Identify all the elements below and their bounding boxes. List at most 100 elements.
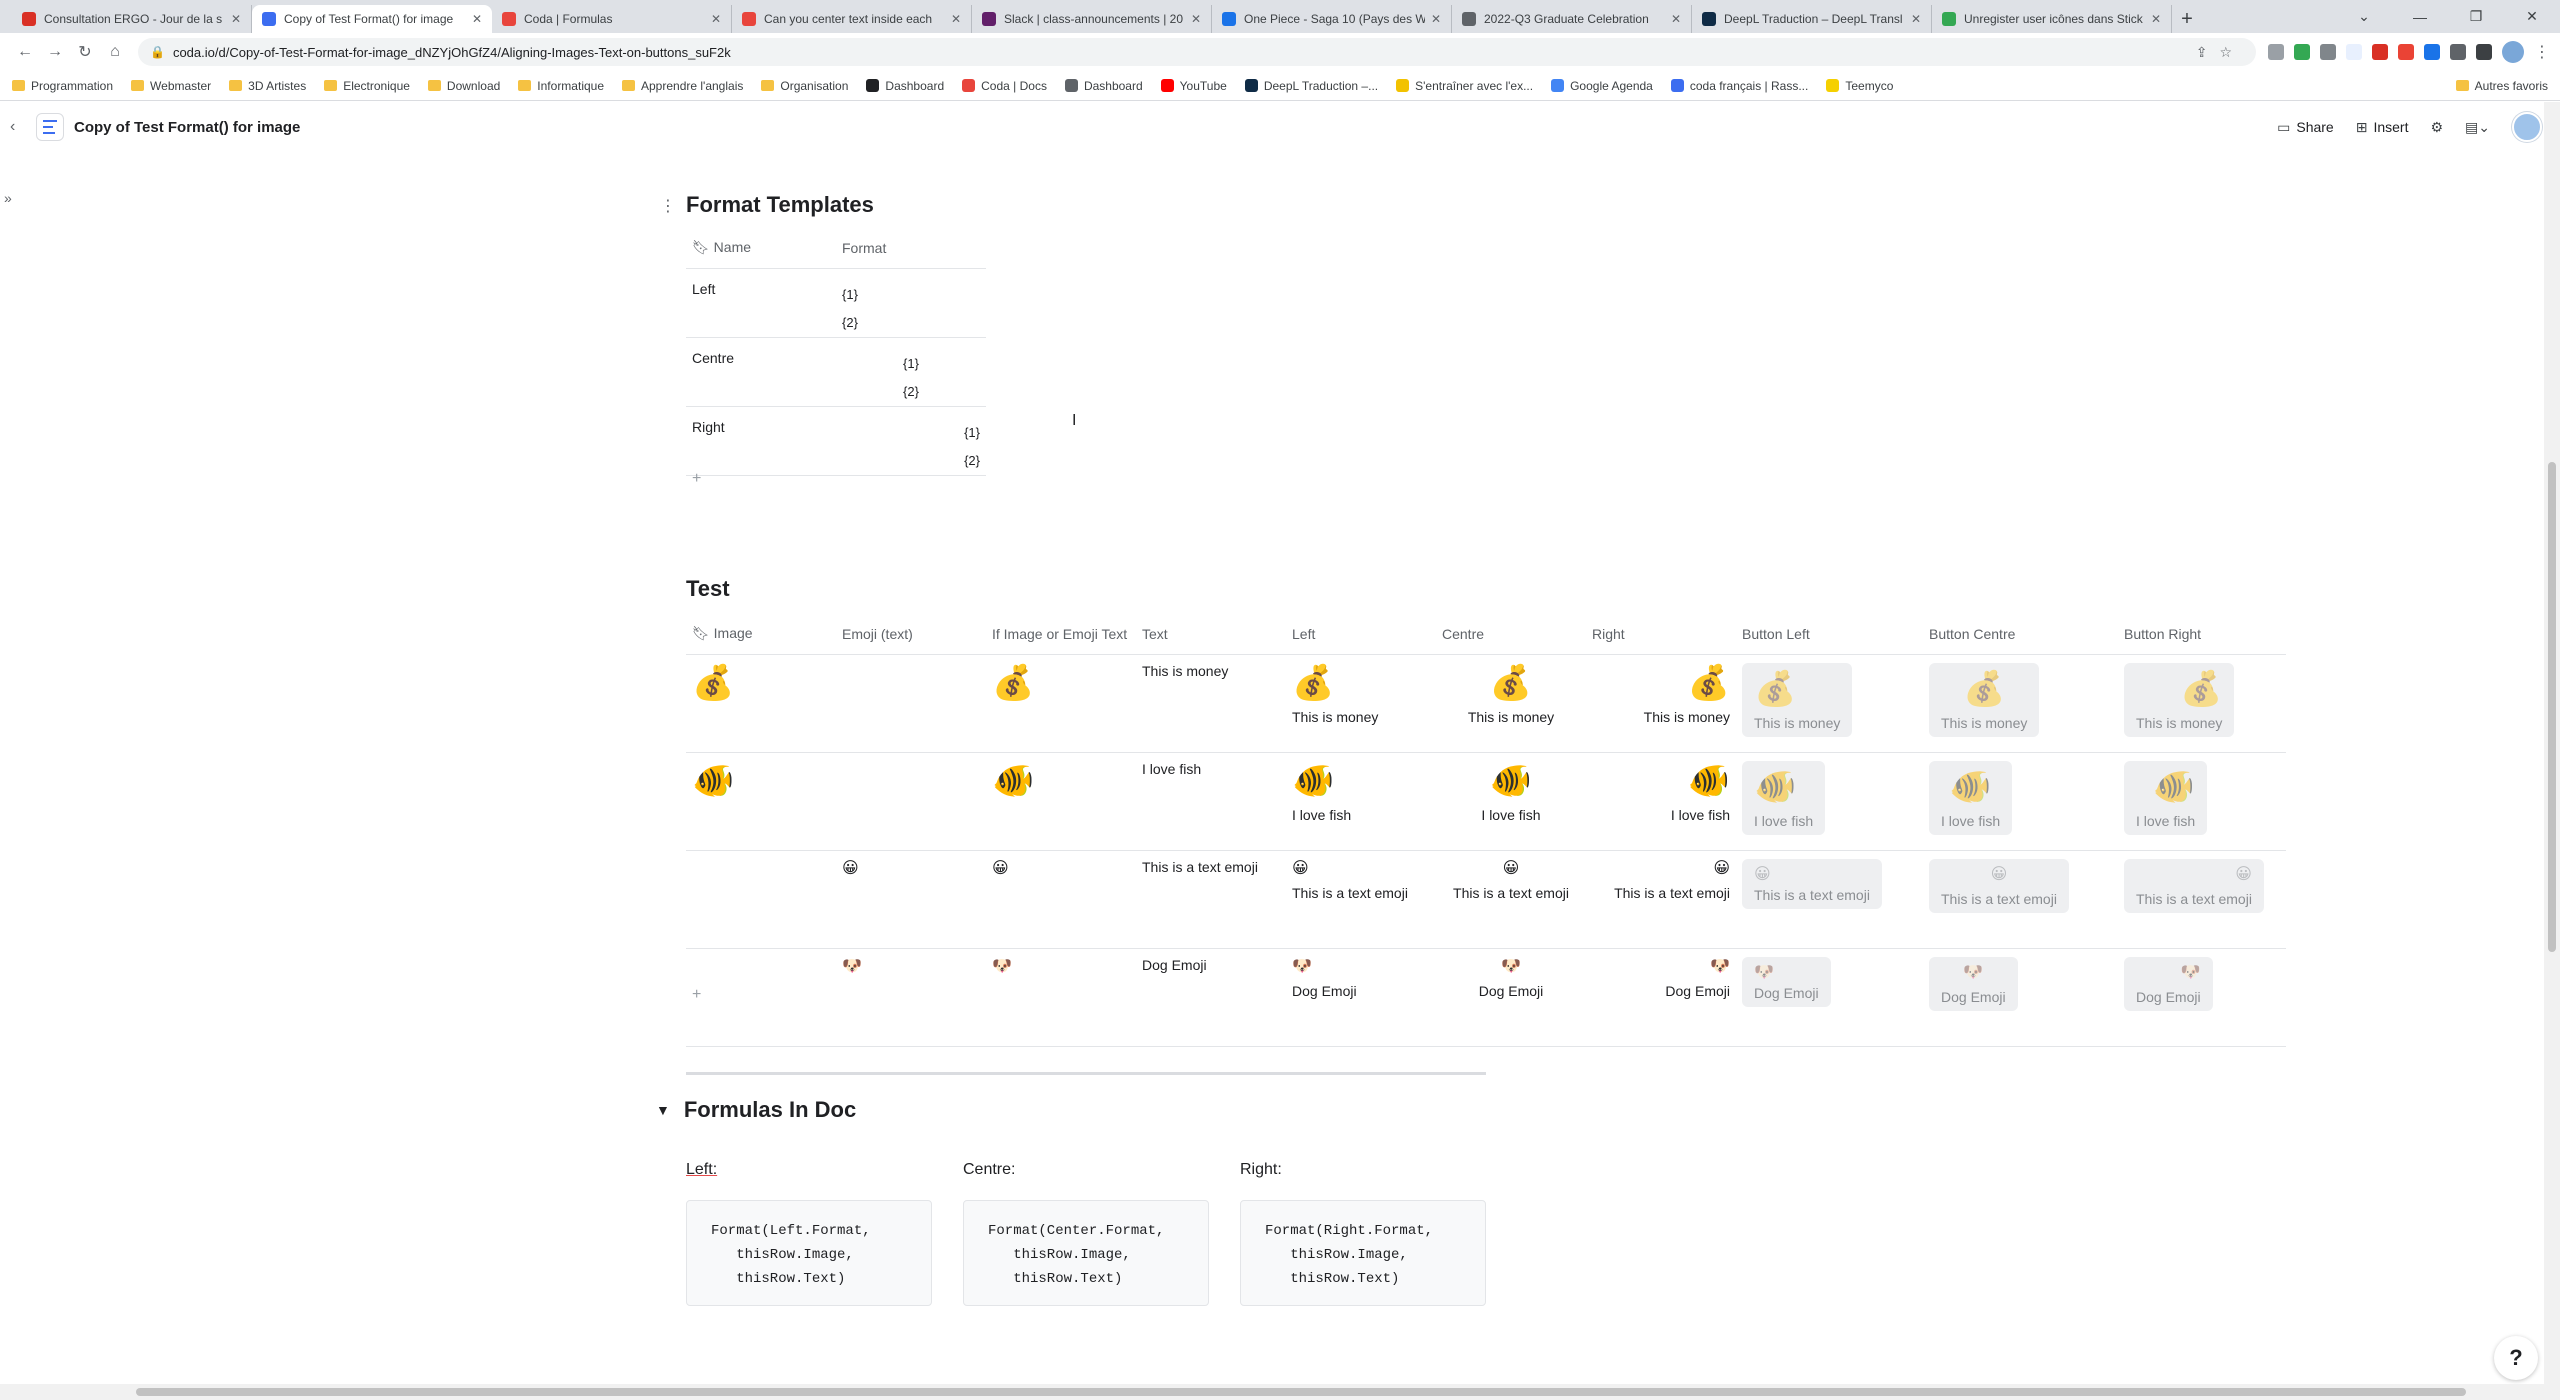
button-centre[interactable]: 😀 This is a text emoji [1929,858,2069,913]
bookmark-item[interactable]: Informatique [518,79,604,93]
column-header-button-left[interactable]: Button Left [1736,614,1923,655]
browser-tab[interactable]: One Piece - Saga 10 (Pays des W ✕ [1212,5,1452,33]
minimize-icon[interactable]: — [2392,9,2448,25]
extension-icon[interactable] [2346,44,2362,60]
other-bookmarks[interactable]: Autres favoris [2455,79,2548,93]
column-header-right[interactable]: Right [1586,614,1736,655]
column-header-emoji-text[interactable]: Emoji (text) [836,614,986,655]
cell-centre[interactable]: 🐶 Dog Emoji [1436,948,1586,1047]
cell-text[interactable]: This is a text emoji [1136,850,1286,949]
left-formula-code[interactable]: Format(Left.Format, thisRow.Image, thisR… [686,1200,932,1306]
cell-name[interactable]: Right [686,406,836,476]
extension-icon[interactable] [2294,44,2310,60]
table-row[interactable]: 💰 💰 This is money 💰 This is money 💰 This i… [686,654,2286,753]
forward-icon[interactable]: → [40,43,70,61]
bookmark-item[interactable]: Apprendre l'anglais [622,79,743,93]
button-right[interactable]: 🐶 Dog Emoji [2124,956,2213,1011]
button-centre[interactable]: 💰 This is money [1929,662,2040,737]
bookmark-item[interactable]: DeepL Traduction –... [1244,79,1378,93]
bookmark-item[interactable]: Dashboard [1064,79,1143,93]
button-centre[interactable]: 🐶 Dog Emoji [1929,956,2018,1011]
tab-close-icon[interactable]: ✕ [1671,12,1681,26]
cell-format[interactable]: {1} {2} [836,337,986,407]
insert-button[interactable]: ⊞ Insert [2356,119,2409,136]
bookmark-item[interactable]: S'entraîner avec l'ex... [1396,79,1533,93]
column-header-image[interactable]: 🔖︎ Image [686,614,836,655]
button-centre[interactable]: 🐠 I love fish [1929,760,2013,835]
cell-left[interactable]: 🐶 Dog Emoji [1286,948,1436,1047]
cell-text[interactable]: This is money [1136,654,1286,753]
cell-if-image[interactable]: 😀 [986,850,1136,949]
collapse-triangle-icon[interactable]: ▼ [656,1102,670,1118]
cell-image[interactable] [686,948,836,1047]
add-row-button[interactable]: + [692,470,701,488]
cell-text[interactable]: Dog Emoji [1136,948,1286,1047]
browser-tab[interactable]: Coda | Formulas ✕ [492,5,732,33]
extension-icon[interactable] [2320,44,2336,60]
close-window-icon[interactable]: ✕ [2504,8,2560,25]
cell-right[interactable]: 😀 This is a text emoji [1586,850,1736,949]
column-header-button-centre[interactable]: Button Centre [1923,614,2118,655]
button-right[interactable]: 😀 This is a text emoji [2124,858,2264,913]
cell-if-image[interactable]: 💰 [986,654,1136,753]
bookmark-item[interactable]: Dashboard [866,79,944,93]
bookmark-item[interactable]: Organisation [761,79,848,93]
cell-emoji-text[interactable]: 😀 [836,850,986,949]
bookmark-item[interactable]: Electronique [324,79,410,93]
column-header-if-image-or-emoji[interactable]: If Image or Emoji Text [986,614,1136,655]
tab-close-icon[interactable]: ✕ [711,12,721,26]
expand-sidebar-icon[interactable]: » [4,190,12,206]
browser-menu-icon[interactable]: ⋮ [2534,42,2550,62]
side-panel-icon[interactable] [2476,44,2492,60]
cell-emoji-text[interactable]: 🐶 [836,948,986,1047]
browser-tab[interactable]: Copy of Test Format() for image ✕ [252,5,492,33]
vertical-scrollbar[interactable] [2544,102,2560,1384]
table-row[interactable]: Left {1} {2} [686,268,986,338]
bookmark-item[interactable]: coda français | Rass... [1670,79,1808,93]
user-avatar[interactable] [2512,112,2542,142]
bookmark-item[interactable]: Webmaster [131,79,211,93]
bookmark-item[interactable]: Google Agenda [1551,79,1653,93]
add-row-button[interactable]: + [692,986,701,1004]
collapse-chevron-icon[interactable]: ‹ [10,118,30,136]
extension-icon[interactable] [2268,44,2284,60]
bookmark-item[interactable]: YouTube [1160,79,1227,93]
cell-format[interactable]: {1} {2} [836,406,986,476]
column-header-centre[interactable]: Centre [1436,614,1586,655]
cell-name[interactable]: Centre [686,337,836,407]
share-star-icons[interactable]: ⇪☆ [2196,44,2244,61]
extension-icon[interactable] [2398,44,2414,60]
doc-title[interactable]: Copy of Test Format() for image [74,119,300,136]
button-right[interactable]: 🐠 I love fish [2124,760,2208,835]
browser-tab[interactable]: Consultation ERGO - Jour de la s ✕ [12,5,252,33]
settings-gear-icon[interactable]: ⚙ [2430,119,2443,136]
share-button[interactable]: ▭ Share [2277,119,2334,136]
extension-icon[interactable] [2424,44,2440,60]
section-menu-icon[interactable]: ⋮ [660,196,676,216]
bookmark-item[interactable]: Download [427,79,500,93]
url-input[interactable]: 🔒 coda.io/d/Copy-of-Test-Format-for-imag… [138,38,2256,66]
tab-close-icon[interactable]: ✕ [1191,12,1201,26]
centre-formula-code[interactable]: Format(Center.Format, thisRow.Image, thi… [963,1200,1209,1306]
column-header-left[interactable]: Left [1286,614,1436,655]
cell-emoji-text[interactable] [836,752,986,851]
table-row[interactable]: Right {1} {2} [686,406,986,476]
cell-text[interactable]: I love fish [1136,752,1286,851]
lock-icon[interactable]: 🔒 [150,45,165,59]
bookmark-item[interactable]: Teemyco [1826,79,1893,93]
browser-tab[interactable]: Unregister user icônes dans Stick ✕ [1932,5,2172,33]
cell-image[interactable]: 🐠 [686,752,836,851]
cell-if-image[interactable]: 🐠 [986,752,1136,851]
column-header-name[interactable]: 🔖︎ Name [686,228,836,269]
bookmark-item[interactable]: 3D Artistes [229,79,306,93]
browser-tab[interactable]: Slack | class-announcements | 20 ✕ [972,5,1212,33]
table-row[interactable]: 🐶 🐶 Dog Emoji 🐶 Dog Emoji 🐶 Dog Emoji 🐶 Dog… [686,948,2286,1047]
horizontal-scrollbar[interactable] [0,1384,2560,1400]
cell-image[interactable] [686,850,836,949]
button-left[interactable]: 🐶 Dog Emoji [1742,956,1831,1007]
cell-format[interactable]: {1} {2} [836,268,986,338]
table-row[interactable]: 🐠 🐠 I love fish 🐠 I love fish 🐠 I love fis… [686,752,2286,851]
right-formula-code[interactable]: Format(Right.Format, thisRow.Image, this… [1240,1200,1486,1306]
tab-close-icon[interactable]: ✕ [951,12,961,26]
new-tab-button[interactable]: + [2172,5,2202,33]
